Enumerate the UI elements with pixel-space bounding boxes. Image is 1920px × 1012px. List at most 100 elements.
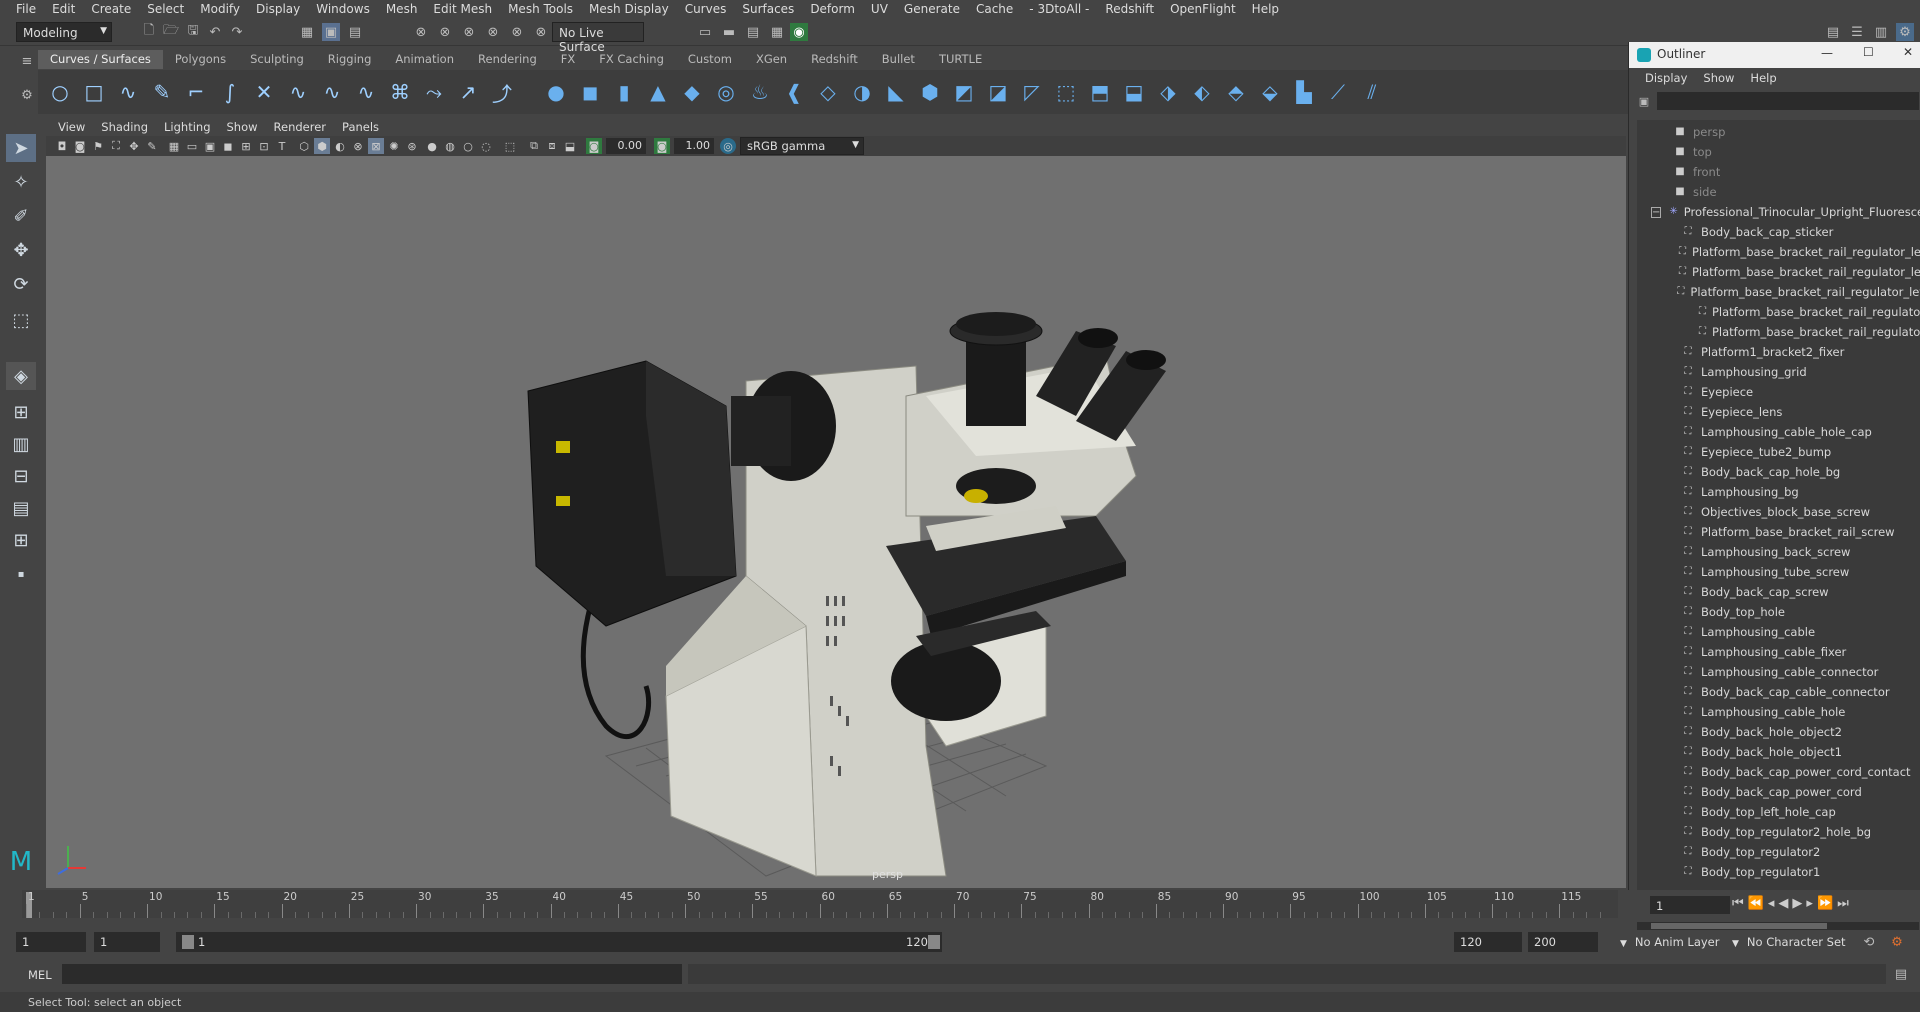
script-editor-icon[interactable]: ▤ [1892, 965, 1910, 983]
textured-icon[interactable]: ⊗ [350, 138, 366, 154]
layout-more-icon[interactable]: ▪ [6, 560, 36, 588]
viewport-menu-view[interactable]: View [50, 120, 93, 134]
menu-display[interactable]: Display [248, 2, 308, 16]
menu-mesh-tools[interactable]: Mesh Tools [500, 2, 581, 16]
paint-select-icon[interactable]: ✐ [6, 202, 36, 230]
outliner-item[interactable]: ⛶ Body_top_left_hole_cap [1677, 802, 1920, 822]
time-slider[interactable]: 1 5 10 15 20 25 30 35 40 45 50 55 60 65 70 75 80 85 90 95 10… [0, 890, 1920, 920]
camera-attributes-icon[interactable]: ◙ [72, 138, 88, 154]
shelf-tab-animation[interactable]: Animation [383, 50, 466, 69]
outliner-hscrollbar[interactable] [1637, 922, 1919, 930]
workspace-icon[interactable]: ▤ [1824, 23, 1842, 41]
menu-help[interactable]: Help [1244, 2, 1287, 16]
outliner-item[interactable]: −⛶Platform_base_bracket_rail_regulator_l… [1677, 282, 1920, 302]
outliner-item[interactable]: ⛶ Lamphousing_cable_hole [1677, 702, 1920, 722]
menu-generate[interactable]: Generate [896, 2, 968, 16]
outliner-item[interactable]: ⛶ Body_top_regulator2 [1677, 842, 1920, 862]
shelf-tab-fx-caching[interactable]: FX Caching [587, 50, 676, 69]
menu-modify[interactable]: Modify [192, 2, 248, 16]
outliner-item[interactable]: ⛶ Body_back_cap_cable_connector [1677, 682, 1920, 702]
outliner-item[interactable]: ⛶ Lamphousing_cable [1677, 622, 1920, 642]
gamma-field[interactable]: 1.00 [674, 138, 714, 154]
select-component-icon[interactable]: ▤ [346, 23, 364, 41]
viewport-menu-lighting[interactable]: Lighting [156, 120, 218, 134]
menu-file[interactable]: File [8, 2, 44, 16]
menu-surfaces[interactable]: Surfaces [734, 2, 802, 16]
rebuild-surface-icon[interactable]: ⬙ [1258, 80, 1282, 104]
rotate-tool-icon[interactable]: ⟳ [6, 270, 36, 298]
animation-start-field[interactable]: 1 [16, 932, 86, 952]
save-scene-icon[interactable]: 🖫 [184, 23, 202, 41]
outliner-item[interactable]: ⛶ Body_back_cap_power_cord_contact [1677, 762, 1920, 782]
current-frame-field[interactable]: 1 [1650, 896, 1730, 914]
menu-curves[interactable]: Curves [677, 2, 735, 16]
exposure-field[interactable]: 0.00 [606, 138, 646, 154]
outliner-item[interactable]: ⛶ Lamphousing_back_screw [1677, 542, 1920, 562]
wireframe-icon[interactable]: ⬡ [296, 138, 312, 154]
outliner-item[interactable]: ⛶ Lamphousing_cable_hole_cap [1677, 422, 1920, 442]
curve-intersect-icon[interactable]: ✕ [252, 80, 276, 104]
outliner-layout-icon[interactable]: ▤ [6, 494, 36, 522]
menu-redshift[interactable]: Redshift [1097, 2, 1162, 16]
surface-editing-icon[interactable]: ⟋ [1326, 80, 1350, 104]
play-forward-icon[interactable]: ▶ [1792, 896, 1802, 911]
menu-uv[interactable]: UV [863, 2, 896, 16]
render-settings-icon[interactable]: ▭ [696, 23, 714, 41]
field-chart-icon[interactable]: ⊞ [238, 138, 254, 154]
viewport-menu-renderer[interactable]: Renderer [266, 120, 335, 134]
safe-action-icon[interactable]: ⊡ [256, 138, 272, 154]
shelf-tab-curves-surfaces[interactable]: Curves / Surfaces [38, 50, 163, 69]
animation-end-field[interactable]: 200 [1528, 932, 1598, 952]
range-slider[interactable]: 1 120 [176, 932, 942, 952]
outliner-item[interactable]: ⛶ Objectives_block_base_screw [1677, 502, 1920, 522]
shelf-tab-xgen[interactable]: XGen [744, 50, 799, 69]
outliner-menu-display[interactable]: Display [1637, 71, 1695, 85]
exposure-icon[interactable]: ◙ [586, 138, 602, 154]
snap-curve-icon[interactable]: ⊗ [436, 23, 454, 41]
bookmark-icon[interactable]: ⚑ [90, 138, 106, 154]
render-frame-icon[interactable]: ▬ [720, 23, 738, 41]
project-curve-icon[interactable]: ⬚ [1054, 80, 1078, 104]
select-tool-icon[interactable]: ➤ [6, 134, 36, 162]
minimize-icon[interactable]: — [1821, 46, 1833, 60]
menu-mesh-display[interactable]: Mesh Display [581, 2, 677, 16]
select-object-icon[interactable]: ▣ [322, 23, 340, 41]
step-back-frame-icon[interactable]: ◂ [1768, 896, 1775, 911]
maximize-icon[interactable]: ☐ [1863, 45, 1874, 59]
depth-of-field-icon[interactable]: ○ [460, 138, 476, 154]
snap-grid-icon[interactable]: ⊗ [412, 23, 430, 41]
nurbs-sphere-icon[interactable]: ● [544, 80, 568, 104]
graph-editor-layout-icon[interactable]: ⊞ [6, 526, 36, 554]
playback-start-field[interactable]: 1 [94, 932, 160, 952]
outliner-item[interactable]: ⛶ Body_back_hole_object2 [1677, 722, 1920, 742]
viewport-menu-shading[interactable]: Shading [93, 120, 156, 134]
outliner-camera-item[interactable]: ■ persp [1673, 122, 1725, 142]
offset-surface-icon[interactable]: ⬘ [1224, 80, 1248, 104]
curve-attach-icon[interactable]: ∿ [286, 80, 310, 104]
shelf-settings-icon[interactable]: ⚙ [18, 86, 36, 104]
menu-3dtoall[interactable]: - 3DtoAll - [1021, 2, 1097, 16]
open-scene-icon[interactable]: 🗁 [162, 23, 180, 41]
menu-mesh[interactable]: Mesh [378, 2, 426, 16]
snap-surface-icon[interactable]: ⊗ [508, 23, 526, 41]
curve-extend-icon[interactable]: ↗ [456, 80, 480, 104]
four-view-layout-icon[interactable]: ⊞ [6, 398, 36, 426]
step-forward-key-icon[interactable]: ⏩ [1817, 896, 1833, 911]
color-space-dropdown[interactable]: sRGB gamma ▼ [740, 137, 864, 155]
bezier-curve-icon[interactable]: ⌐ [184, 80, 208, 104]
shelf-tab-bullet[interactable]: Bullet [870, 50, 927, 69]
curve-reverse-icon[interactable]: ⤳ [422, 80, 446, 104]
outliner-item[interactable]: ⛶ Platform_base_bracket_rail_regulator_le… [1677, 262, 1920, 282]
menu-deform[interactable]: Deform [802, 2, 863, 16]
attribute-editor-icon[interactable]: ☰ [1848, 23, 1866, 41]
shelf-tab-turtle[interactable]: TURTLE [927, 50, 994, 69]
outliner-item[interactable]: ⛶ Body_back_cap_sticker [1677, 222, 1920, 242]
step-forward-frame-icon[interactable]: ▸ [1806, 896, 1813, 911]
resolution-gate-icon[interactable]: ▣ [202, 138, 218, 154]
outliner-camera-item[interactable]: ■ side [1673, 182, 1716, 202]
single-perspective-layout-icon[interactable]: ◈ [6, 362, 36, 390]
motion-blur-icon[interactable]: ● [424, 138, 440, 154]
planar-icon[interactable]: ◇ [816, 80, 840, 104]
menu-create[interactable]: Create [83, 2, 139, 16]
command-language-label[interactable]: MEL [28, 968, 52, 982]
